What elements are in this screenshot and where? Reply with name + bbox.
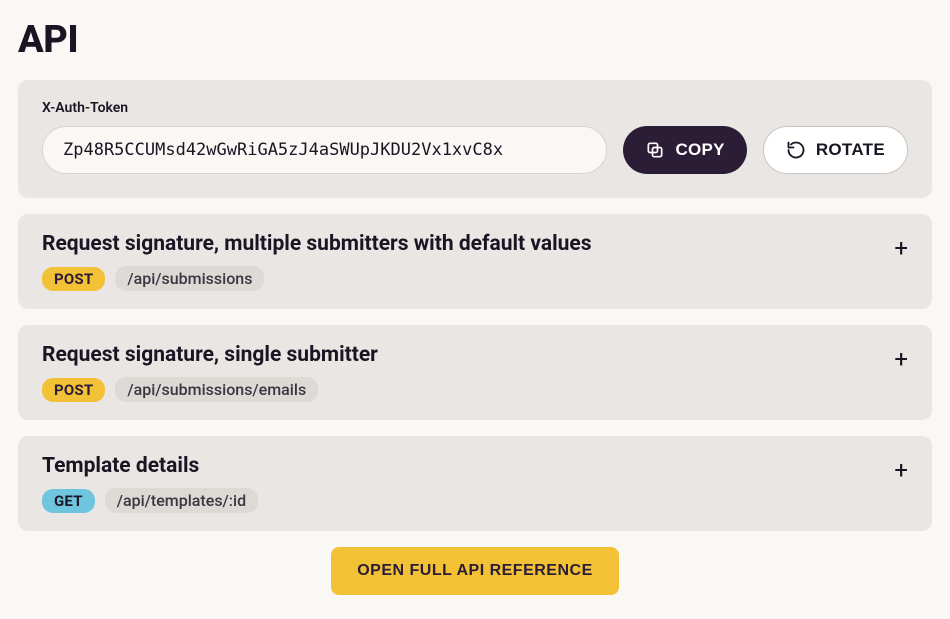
endpoint-title: Request signature, single submitter: [42, 343, 908, 367]
auth-token-panel: X-Auth-Token COPY ROTATE: [18, 80, 932, 198]
page-title: API: [18, 18, 932, 62]
endpoint-title: Template details: [42, 454, 908, 478]
auth-token-input[interactable]: [42, 126, 607, 174]
open-full-api-reference-button[interactable]: OPEN FULL API REFERENCE: [331, 547, 619, 595]
open-reference-wrap: OPEN FULL API REFERENCE: [18, 547, 932, 595]
path-badge: /api/submissions: [115, 266, 264, 291]
rotate-button-label: ROTATE: [816, 140, 885, 160]
expand-icon[interactable]: +: [894, 458, 908, 482]
method-badge: POST: [42, 267, 105, 291]
endpoint-meta: POST /api/submissions: [42, 266, 908, 291]
copy-icon: [645, 140, 665, 160]
endpoint-meta: GET /api/templates/:id: [42, 488, 908, 513]
auth-token-row: COPY ROTATE: [42, 126, 908, 174]
endpoint-title: Request signature, multiple submitters w…: [42, 232, 908, 256]
endpoint-card[interactable]: Template details GET /api/templates/:id …: [18, 436, 932, 531]
path-badge: /api/submissions/emails: [115, 377, 318, 402]
method-badge: GET: [42, 489, 95, 513]
rotate-icon: [786, 140, 806, 160]
copy-button-label: COPY: [675, 140, 724, 160]
rotate-button[interactable]: ROTATE: [763, 126, 908, 174]
expand-icon[interactable]: +: [894, 236, 908, 260]
endpoint-card[interactable]: Request signature, single submitter POST…: [18, 325, 932, 420]
endpoint-card[interactable]: Request signature, multiple submitters w…: [18, 214, 932, 309]
copy-button[interactable]: COPY: [623, 126, 746, 174]
auth-token-label: X-Auth-Token: [42, 100, 908, 116]
endpoint-meta: POST /api/submissions/emails: [42, 377, 908, 402]
path-badge: /api/templates/:id: [105, 488, 258, 513]
expand-icon[interactable]: +: [894, 347, 908, 371]
method-badge: POST: [42, 378, 105, 402]
